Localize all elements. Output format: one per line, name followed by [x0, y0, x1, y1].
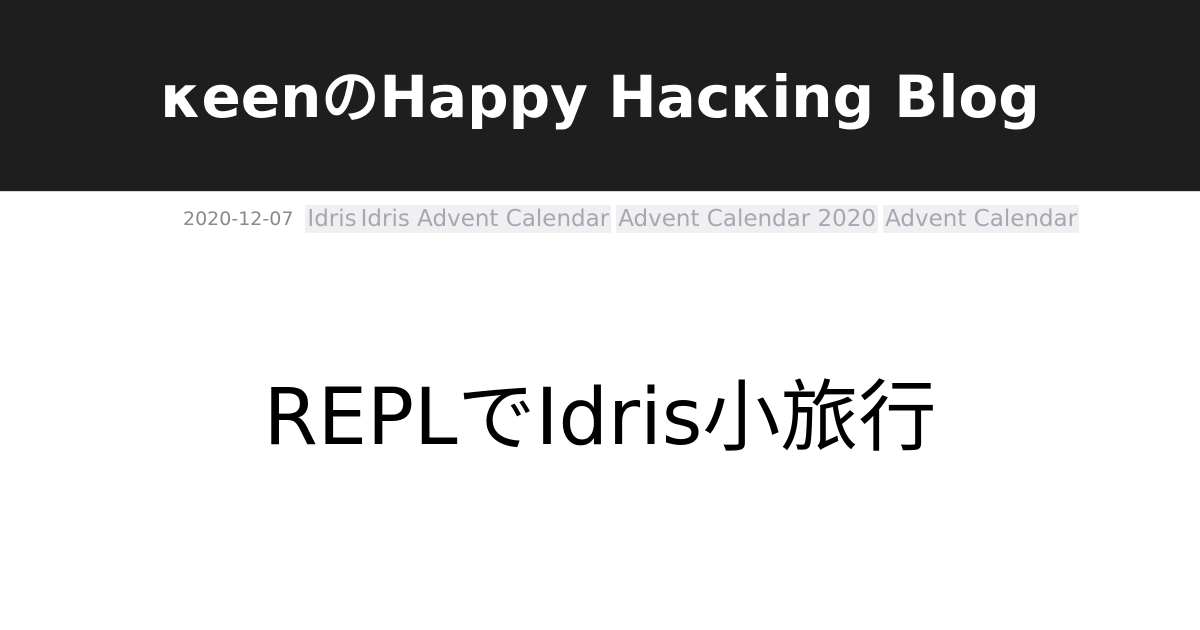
- tag-advent-calendar-2020[interactable]: Advent Calendar 2020: [616, 205, 879, 233]
- site-title[interactable]: κeenのHappy Hacκing Blog: [0, 64, 1200, 130]
- tag-advent-calendar[interactable]: Advent Calendar: [883, 205, 1080, 233]
- tag-idris-advent-calendar[interactable]: Idris Advent Calendar: [358, 205, 612, 233]
- tag-idris[interactable]: Idris: [305, 205, 359, 233]
- site-header: κeenのHappy Hacκing Blog: [0, 0, 1200, 192]
- post-title: REPLでIdris小旅行: [263, 373, 937, 463]
- post-meta: 2020-12-07 Idris Idris Advent Calendar A…: [183, 205, 1084, 233]
- post-date: 2020-12-07: [183, 208, 294, 230]
